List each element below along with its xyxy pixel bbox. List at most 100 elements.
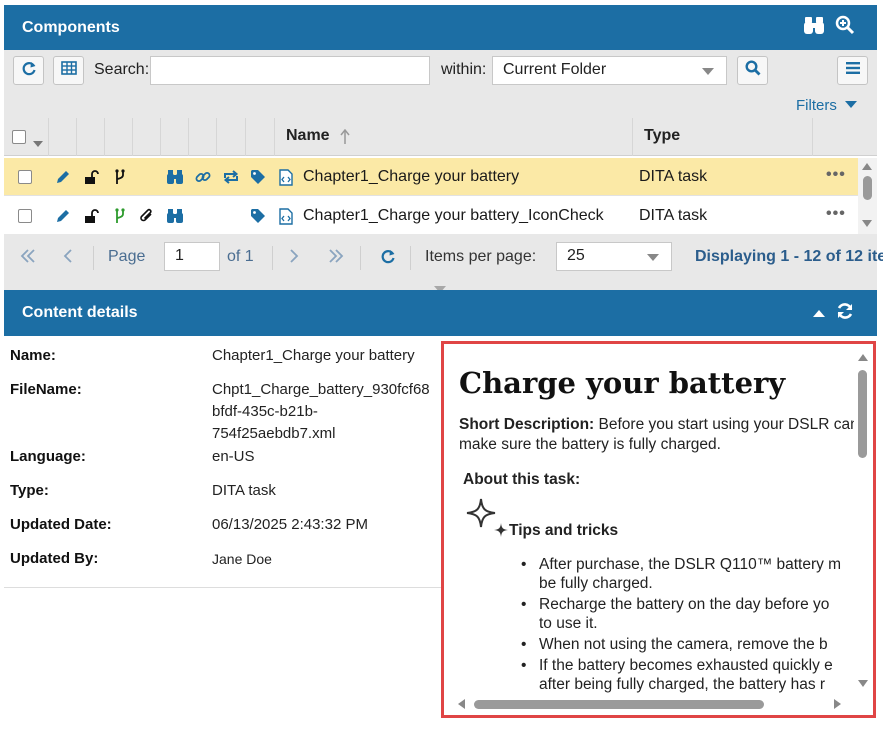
scroll-down-arrow[interactable] bbox=[862, 220, 872, 227]
collapse-up-icon[interactable] bbox=[813, 304, 825, 322]
row-checkbox[interactable] bbox=[18, 209, 32, 223]
tag-icon[interactable] bbox=[250, 168, 268, 186]
scroll-thumb[interactable] bbox=[474, 700, 764, 709]
prev-page-icon[interactable] bbox=[62, 248, 74, 269]
grid-header: Name Type bbox=[4, 118, 877, 156]
components-panel-title: Components bbox=[22, 18, 120, 36]
preview-about-heading: About this task: bbox=[463, 471, 581, 488]
caret-down-icon[interactable] bbox=[33, 134, 43, 152]
preview-vertical-scrollbar[interactable] bbox=[855, 352, 870, 692]
field-label-updated-by: Updated By: bbox=[10, 550, 99, 567]
sync-icon[interactable] bbox=[222, 168, 240, 186]
page-number-input[interactable]: 1 bbox=[164, 242, 220, 271]
column-header-type[interactable]: Type bbox=[644, 127, 680, 145]
displaying-label: Displaying 1 - 12 of 12 ite bbox=[695, 248, 883, 265]
link-icon[interactable] bbox=[194, 168, 212, 186]
branch-icon[interactable] bbox=[110, 168, 128, 186]
row-checkbox[interactable] bbox=[18, 170, 32, 184]
sort-ascending-icon[interactable] bbox=[340, 128, 350, 150]
row-name[interactable]: Chapter1_Charge your battery bbox=[303, 168, 519, 186]
field-value-name: Chapter1_Charge your battery bbox=[212, 347, 415, 364]
filters-toggle[interactable]: Filters bbox=[796, 96, 857, 114]
preview-bullet-list: After purchase, the DSLR Q110™ battery m… bbox=[521, 555, 854, 694]
paperclip-icon[interactable] bbox=[138, 207, 156, 225]
scroll-thumb[interactable] bbox=[863, 176, 872, 200]
next-page-icon[interactable] bbox=[288, 248, 300, 269]
items-per-page-label: Items per page: bbox=[425, 248, 537, 265]
topic-preview[interactable]: Charge your battery Short Description: B… bbox=[441, 341, 876, 718]
binoculars-icon[interactable] bbox=[803, 15, 825, 40]
preview-tips-heading: Tips and tricks bbox=[459, 497, 854, 541]
grid-scrollbar[interactable] bbox=[858, 158, 877, 234]
field-value-language: en-US bbox=[212, 448, 255, 465]
details-fields: Name: Chapter1_Charge your battery FileN… bbox=[4, 336, 444, 588]
page-count-label: of 1 bbox=[227, 248, 254, 265]
scroll-up-arrow[interactable] bbox=[858, 354, 868, 361]
items-per-page-select[interactable]: 25 bbox=[556, 242, 672, 271]
field-label-type: Type: bbox=[10, 482, 49, 499]
branch-icon[interactable] bbox=[110, 207, 128, 225]
within-select[interactable]: Current Folder bbox=[492, 56, 727, 85]
row-type: DITA task bbox=[639, 168, 708, 185]
details-panel-header: Content details bbox=[4, 290, 877, 336]
short-desc-label: Short Description: bbox=[459, 416, 595, 433]
refresh-icon[interactable] bbox=[835, 301, 855, 326]
column-view-button[interactable] bbox=[53, 56, 84, 85]
components-panel-header: Components bbox=[4, 5, 877, 50]
page-label: Page bbox=[108, 248, 146, 265]
list-item: If the battery becomes exhausted quickly… bbox=[521, 656, 854, 694]
field-value-updated-date: 06/13/2025 2:43:32 PM bbox=[212, 516, 368, 533]
field-value-updated-by: Jane Doe bbox=[212, 551, 272, 567]
refresh-icon[interactable] bbox=[380, 248, 396, 269]
search-label: Search: bbox=[94, 61, 150, 78]
list-item: When not using the camera, remove the b bbox=[521, 635, 854, 654]
scroll-right-arrow[interactable] bbox=[834, 699, 841, 709]
search-input[interactable] bbox=[150, 56, 430, 85]
tips-label: Tips and tricks bbox=[509, 522, 619, 539]
field-value-type: DITA task bbox=[212, 482, 276, 499]
field-value-filename-line2: bfdf-435c-b21b- bbox=[212, 403, 318, 420]
first-page-icon[interactable] bbox=[20, 248, 36, 269]
row-name[interactable]: Chapter1_Charge your battery_IconCheck bbox=[303, 207, 604, 225]
caret-down-icon bbox=[844, 96, 857, 114]
zoom-in-icon[interactable] bbox=[835, 15, 855, 40]
field-value-filename: Chpt1_Charge_battery_930fcf68 bbox=[212, 381, 430, 398]
within-select-value: Current Folder bbox=[503, 61, 607, 78]
pencil-icon[interactable] bbox=[54, 207, 72, 225]
filters-label: Filters bbox=[796, 96, 837, 114]
select-all-checkbox[interactable] bbox=[12, 130, 26, 144]
unlock-icon[interactable] bbox=[82, 168, 100, 186]
binoculars-icon[interactable] bbox=[166, 207, 184, 225]
refresh-icon bbox=[21, 60, 37, 81]
preview-horizontal-scrollbar[interactable] bbox=[456, 697, 846, 711]
column-header-name[interactable]: Name bbox=[286, 127, 330, 145]
file-code-icon[interactable] bbox=[277, 168, 295, 186]
scroll-down-arrow[interactable] bbox=[858, 680, 868, 687]
unlock-icon[interactable] bbox=[82, 207, 100, 225]
refresh-button[interactable] bbox=[13, 56, 44, 85]
more-actions-icon[interactable]: ••• bbox=[826, 166, 846, 184]
pencil-icon[interactable] bbox=[54, 168, 72, 186]
components-toolbar: Search: within: Current Folder Filters bbox=[4, 50, 877, 118]
search-icon bbox=[744, 60, 761, 81]
sparkle-icon bbox=[463, 497, 511, 546]
last-page-icon[interactable] bbox=[328, 248, 344, 269]
binoculars-icon[interactable] bbox=[166, 168, 184, 186]
file-code-icon[interactable] bbox=[277, 207, 295, 225]
table-row[interactable]: Chapter1_Charge your battery DITA task •… bbox=[4, 158, 877, 196]
scroll-thumb[interactable] bbox=[858, 370, 867, 458]
details-panel-title: Content details bbox=[22, 304, 138, 321]
preview-title: Charge your battery bbox=[459, 366, 786, 400]
menu-button[interactable] bbox=[837, 56, 868, 85]
scroll-up-arrow[interactable] bbox=[862, 163, 872, 170]
scroll-left-arrow[interactable] bbox=[458, 699, 465, 709]
search-button[interactable] bbox=[737, 56, 768, 85]
more-actions-icon[interactable]: ••• bbox=[826, 205, 846, 223]
table-row[interactable]: Chapter1_Charge your battery_IconCheck D… bbox=[4, 197, 877, 235]
list-item: After purchase, the DSLR Q110™ battery m… bbox=[521, 555, 854, 593]
items-per-page-value: 25 bbox=[567, 247, 585, 264]
field-value-filename-line3: 754f25aebdb7.xml bbox=[212, 425, 336, 442]
tag-icon[interactable] bbox=[250, 207, 268, 225]
pagination-bar: Page 1 of 1 Items per page: 25 Displayin… bbox=[4, 234, 883, 293]
within-label: within: bbox=[441, 61, 487, 78]
